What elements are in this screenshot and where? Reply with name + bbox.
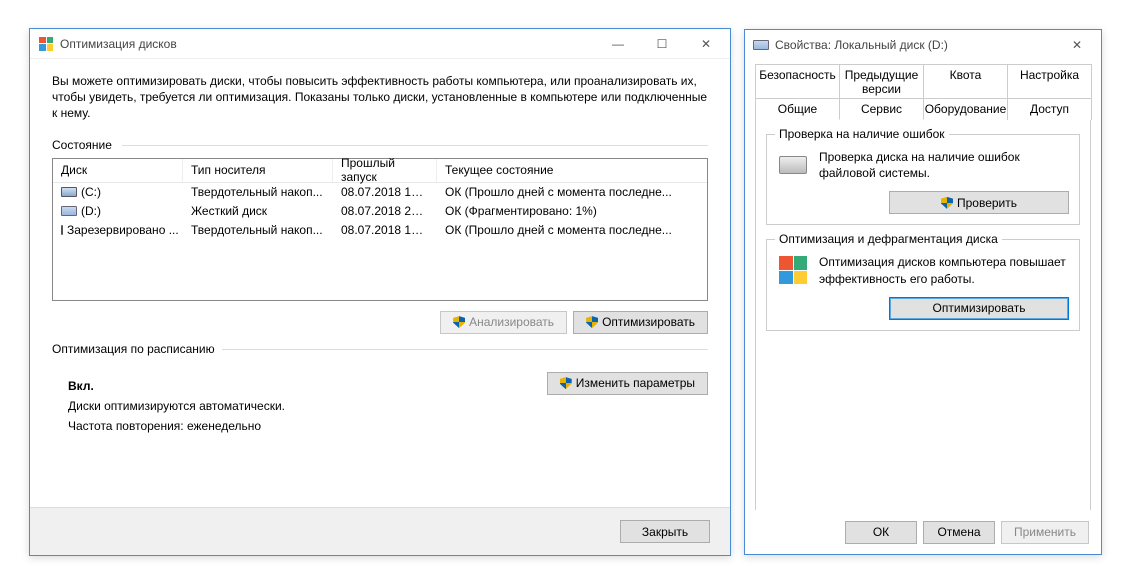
disk-name: (D:) bbox=[81, 204, 101, 218]
drive-icon bbox=[753, 37, 769, 53]
defrag-icon bbox=[777, 254, 809, 286]
col-media[interactable]: Тип носителя bbox=[183, 159, 333, 182]
tab-general[interactable]: Общие bbox=[755, 98, 840, 120]
tab-security[interactable]: Безопасность bbox=[755, 64, 840, 99]
table-header: Диск Тип носителя Прошлый запуск Текущее… bbox=[53, 159, 707, 183]
analyze-button: Анализировать bbox=[440, 311, 567, 334]
tab-quota[interactable]: Квота bbox=[923, 64, 1008, 99]
disk-lastrun: 08.07.2018 19:38 bbox=[333, 185, 437, 199]
titlebar: Свойства: Локальный диск (D:) ✕ bbox=[745, 30, 1101, 60]
tab-customize[interactable]: Настройка bbox=[1007, 64, 1092, 99]
change-settings-label: Изменить параметры bbox=[576, 376, 695, 390]
table-row[interactable]: Зарезервировано ... Твердотельный накоп.… bbox=[53, 221, 707, 240]
shield-icon bbox=[560, 377, 572, 389]
schedule-line1: Диски оптимизируются автоматически. bbox=[68, 396, 708, 416]
schedule-line2: Частота повторения: еженедельно bbox=[68, 416, 708, 436]
group-title: Проверка на наличие ошибок bbox=[775, 127, 949, 141]
ok-button[interactable]: ОК bbox=[845, 521, 917, 544]
state-section-label: Состояние bbox=[52, 138, 708, 152]
drive-icon bbox=[61, 206, 77, 216]
group-title: Оптимизация и дефрагментация диска bbox=[775, 232, 1002, 246]
drive-icon bbox=[61, 187, 77, 197]
shield-icon bbox=[453, 316, 465, 328]
tabstrip: Безопасность Предыдущие версии Квота Нас… bbox=[755, 64, 1091, 120]
table-body: (C:) Твердотельный накоп... 08.07.2018 1… bbox=[53, 183, 707, 300]
check-label: Проверить bbox=[957, 196, 1017, 210]
tab-tools[interactable]: Сервис bbox=[839, 98, 924, 120]
analyze-label: Анализировать bbox=[469, 315, 554, 329]
change-settings-button[interactable]: Изменить параметры bbox=[547, 372, 708, 395]
dialog-buttons: ОК Отмена Применить bbox=[745, 510, 1101, 554]
optimize-drive-button[interactable]: Оптимизировать bbox=[889, 297, 1069, 320]
disk-lastrun: 08.07.2018 20:29 bbox=[333, 204, 437, 218]
shield-icon bbox=[586, 316, 598, 328]
disk-status: ОК (Прошло дней с момента последне... bbox=[437, 223, 707, 237]
col-disk[interactable]: Диск bbox=[53, 159, 183, 182]
drive-icon bbox=[61, 225, 63, 235]
disk-status: ОК (Фрагментировано: 1%) bbox=[437, 204, 707, 218]
disk-name: Зарезервировано ... bbox=[67, 223, 179, 237]
drive-properties-window: Свойства: Локальный диск (D:) ✕ Безопасн… bbox=[744, 29, 1102, 555]
tab-hardware[interactable]: Оборудование bbox=[923, 98, 1008, 120]
group-text: Проверка диска на наличие ошибок файлово… bbox=[819, 149, 1069, 181]
optimize-drives-window: Оптимизация дисков — ☐ ✕ Вы можете оптим… bbox=[29, 28, 731, 556]
optimize-label: Оптимизировать bbox=[602, 315, 695, 329]
col-lastrun[interactable]: Прошлый запуск bbox=[333, 159, 437, 182]
close-dialog-button[interactable]: Закрыть bbox=[620, 520, 710, 543]
disk-media: Твердотельный накоп... bbox=[183, 185, 333, 199]
disk-status: ОК (Прошло дней с момента последне... bbox=[437, 185, 707, 199]
window-controls: ✕ bbox=[1055, 31, 1099, 59]
tab-content: Проверка на наличие ошибок Проверка диск… bbox=[755, 120, 1091, 530]
close-button[interactable]: ✕ bbox=[684, 30, 728, 58]
optimize-button[interactable]: Оптимизировать bbox=[573, 311, 708, 334]
shield-icon bbox=[941, 197, 953, 209]
disk-lastrun: 08.07.2018 19:38 bbox=[333, 223, 437, 237]
tab-sharing[interactable]: Доступ bbox=[1007, 98, 1092, 120]
hard-drive-icon bbox=[777, 149, 809, 181]
group-text: Оптимизация дисков компьютера повышает э… bbox=[819, 254, 1069, 286]
maximize-button[interactable]: ☐ bbox=[640, 30, 684, 58]
table-row[interactable]: (D:) Жесткий диск 08.07.2018 20:29 ОК (Ф… bbox=[53, 202, 707, 221]
disk-media: Жесткий диск bbox=[183, 204, 333, 218]
bottom-bar: Закрыть bbox=[30, 507, 730, 555]
apply-button: Применить bbox=[1001, 521, 1089, 544]
disk-table: Диск Тип носителя Прошлый запуск Текущее… bbox=[52, 158, 708, 301]
close-button[interactable]: ✕ bbox=[1055, 31, 1099, 59]
error-check-group: Проверка на наличие ошибок Проверка диск… bbox=[766, 134, 1080, 225]
schedule-section-label: Оптимизация по расписанию bbox=[52, 342, 708, 356]
window-title: Оптимизация дисков bbox=[60, 37, 596, 51]
minimize-button[interactable]: — bbox=[596, 30, 640, 58]
cancel-button[interactable]: Отмена bbox=[923, 521, 995, 544]
titlebar: Оптимизация дисков — ☐ ✕ bbox=[30, 29, 730, 59]
intro-text: Вы можете оптимизировать диски, чтобы по… bbox=[52, 73, 708, 122]
tab-previous-versions[interactable]: Предыдущие версии bbox=[839, 64, 924, 99]
col-status[interactable]: Текущее состояние bbox=[437, 159, 707, 182]
table-row[interactable]: (C:) Твердотельный накоп... 08.07.2018 1… bbox=[53, 183, 707, 202]
window-title: Свойства: Локальный диск (D:) bbox=[775, 38, 1055, 52]
disk-name: (C:) bbox=[81, 185, 101, 199]
disk-media: Твердотельный накоп... bbox=[183, 223, 333, 237]
defrag-group: Оптимизация и дефрагментация диска Оптим… bbox=[766, 239, 1080, 330]
window-controls: — ☐ ✕ bbox=[596, 30, 728, 58]
check-button[interactable]: Проверить bbox=[889, 191, 1069, 214]
defrag-app-icon bbox=[38, 36, 54, 52]
